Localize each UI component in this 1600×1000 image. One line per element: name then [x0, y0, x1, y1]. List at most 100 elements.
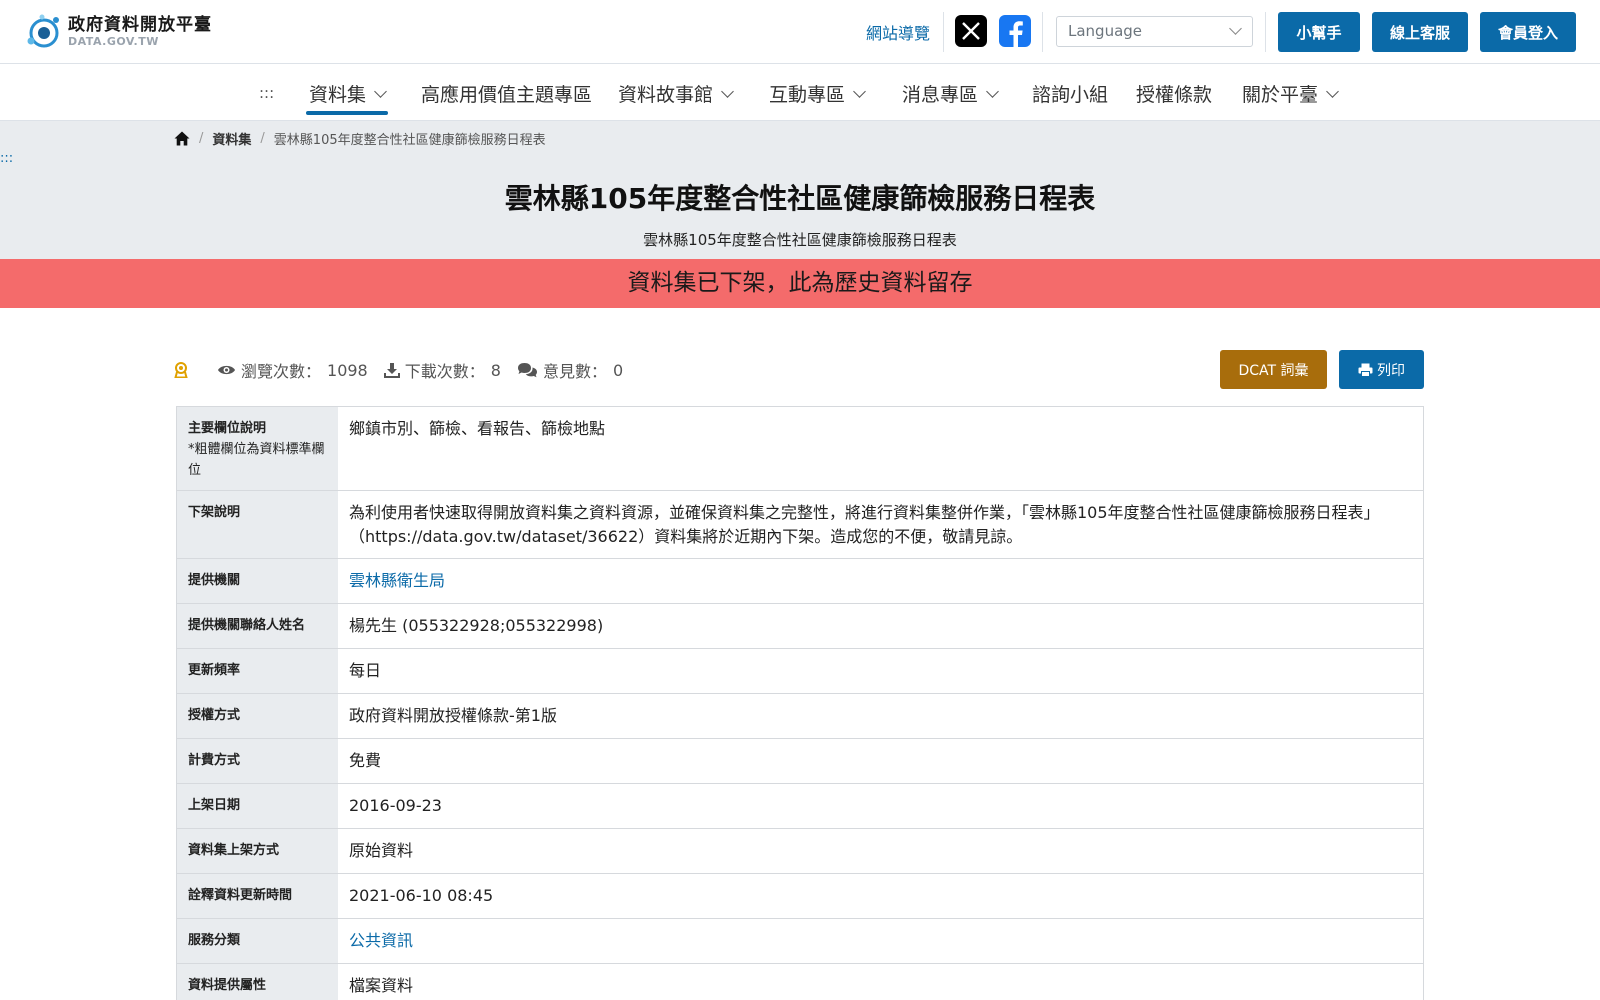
language-placeholder: Language: [1068, 22, 1143, 40]
nav-item-interactive[interactable]: 互動專區: [769, 80, 866, 107]
nav-label: 資料故事館: [618, 84, 714, 106]
logo-subtitle: DATA.GOV.TW: [68, 34, 159, 48]
comments-stat: 意見數： 0: [517, 358, 623, 382]
delisted-alert: 資料集已下架，此為歷史資料留存: [0, 259, 1600, 308]
language-select[interactable]: Language: [1056, 16, 1253, 47]
field-label: 計費方式: [177, 739, 338, 783]
nav-label: 高應用價值主題專區: [421, 84, 593, 106]
chevron-down-icon: [374, 84, 387, 98]
divider: [943, 12, 944, 52]
table-row: 提供機關 雲林縣衛生局: [177, 559, 1423, 604]
award-icon: [174, 362, 188, 378]
field-label: 授權方式: [177, 694, 338, 738]
breadcrumb-datasets[interactable]: 資料集: [212, 129, 251, 148]
title-band: / 資料集 / 雲林縣105年度整合性社區健康篩檢服務日程表 ::: 雲林縣10…: [0, 121, 1600, 259]
field-label: 提供機關聯絡人姓名: [177, 604, 338, 648]
comments-count: 0: [612, 360, 624, 380]
logo-icon: [27, 14, 59, 48]
home-icon[interactable]: [174, 131, 190, 146]
field-value: 每日: [349, 661, 382, 680]
nav-item-license[interactable]: 授權條款: [1136, 80, 1212, 107]
member-login-button[interactable]: 會員登入: [1480, 12, 1576, 52]
chevron-down-icon: [986, 84, 999, 98]
views-stat: 瀏覽次數： 1098: [217, 358, 368, 382]
divider: [1042, 12, 1043, 52]
field-label: 更新頻率: [177, 649, 338, 693]
table-row: 計費方式 免費: [177, 739, 1423, 784]
download-icon: [383, 363, 400, 378]
field-label: 資料集上架方式: [177, 829, 338, 873]
online-service-button[interactable]: 線上客服: [1372, 12, 1468, 52]
views-count: 1098: [327, 360, 368, 380]
nav-label: 資料集: [309, 84, 367, 106]
chevron-down-icon: [1326, 84, 1339, 98]
field-label: 服務分類: [177, 919, 338, 963]
print-label: 列印: [1377, 362, 1405, 379]
nav-label: 授權條款: [1136, 84, 1213, 106]
service-category-link[interactable]: 公共資訊: [338, 919, 1423, 963]
nav-active-indicator: [306, 111, 388, 115]
logo-title: 政府資料開放平臺: [68, 14, 212, 35]
dataset-stats: 瀏覽次數： 1098 下載次數： 8 意見數： 0: [174, 358, 639, 382]
metadata-table: 主要欄位說明 *粗體欄位為資料標準欄位 鄉鎮市別、篩檢、看報告、篩檢地點 下架說…: [176, 406, 1424, 1000]
print-button[interactable]: 列印: [1339, 350, 1424, 389]
nav-label: 消息專區: [902, 84, 979, 106]
facebook-icon[interactable]: [999, 15, 1031, 47]
content-accesskey[interactable]: :::: [0, 151, 13, 166]
field-value: 檔案資料: [349, 976, 414, 995]
dcat-vocabulary-button[interactable]: DCAT 詞彙: [1220, 350, 1327, 389]
breadcrumb: / 資料集 / 雲林縣105年度整合性社區健康篩檢服務日程表: [174, 129, 546, 148]
table-row: 主要欄位說明 *粗體欄位為資料標準欄位 鄉鎮市別、篩檢、看報告、篩檢地點: [177, 407, 1423, 491]
main-nav: ::: 資料集 高應用價值主題專區 資料故事館 互動專區 消息專區 諮詢小組 授…: [0, 64, 1600, 121]
downloads-label: 下載次數：: [404, 362, 485, 381]
site-header: 政府資料開放平臺 DATA.GOV.TW 網站導覽 Language 小幫手 線…: [0, 0, 1600, 64]
breadcrumb-separator: /: [199, 131, 204, 146]
field-value: 2021-06-10 08:45: [349, 886, 494, 905]
helper-button[interactable]: 小幫手: [1278, 12, 1360, 52]
table-row: 更新頻率 每日: [177, 649, 1423, 694]
table-row: 詮釋資料更新時間 2021-06-10 08:45: [177, 874, 1423, 919]
breadcrumb-separator: /: [260, 131, 265, 146]
field-label: 下架說明: [177, 491, 338, 558]
nav-accesskey[interactable]: :::: [259, 84, 274, 102]
field-value: 2016-09-23: [349, 796, 442, 815]
table-row: 資料提供屬性 檔案資料: [177, 964, 1423, 1000]
x-twitter-icon[interactable]: [955, 15, 987, 47]
nav-item-stories[interactable]: 資料故事館: [618, 80, 734, 107]
field-value: 原始資料: [349, 841, 414, 860]
nav-item-datasets[interactable]: 資料集: [309, 80, 387, 107]
nav-label: 諮詢小組: [1032, 84, 1109, 106]
field-value: 鄉鎮市別、篩檢、看報告、篩檢地點: [349, 419, 606, 438]
field-label-text: 主要欄位說明: [188, 421, 267, 436]
nav-item-advisory[interactable]: 諮詢小組: [1032, 80, 1108, 107]
printer-icon: [1358, 363, 1373, 377]
chevron-down-icon: [1229, 22, 1242, 35]
field-value: 為利使用者快速取得開放資料集之資料資源，並確保資料集之完整性，將進行資料集整併作…: [349, 503, 1380, 546]
downloads-count: 8: [490, 360, 501, 380]
comments-label: 意見數：: [542, 362, 607, 381]
field-label: 上架日期: [177, 784, 338, 828]
nav-item-high-value[interactable]: 高應用價值主題專區: [421, 80, 592, 107]
field-label: 主要欄位說明 *粗體欄位為資料標準欄位: [177, 407, 338, 490]
sitemap-link[interactable]: 網站導覽: [866, 20, 930, 44]
views-label: 瀏覽次數：: [241, 362, 322, 381]
breadcrumb-current: 雲林縣105年度整合性社區健康篩檢服務日程表: [273, 133, 546, 148]
table-row: 下架說明 為利使用者快速取得開放資料集之資料資源，並確保資料集之完整性，將進行資…: [177, 491, 1423, 559]
nav-item-news[interactable]: 消息專區: [902, 80, 999, 107]
nav-label: 關於平臺: [1242, 84, 1319, 106]
table-row: 授權方式 政府資料開放授權條款-第1版: [177, 694, 1423, 739]
table-row: 服務分類 公共資訊: [177, 919, 1423, 964]
table-row: 資料集上架方式 原始資料: [177, 829, 1423, 874]
chevron-down-icon: [853, 84, 866, 98]
field-label: 詮釋資料更新時間: [177, 874, 338, 918]
agency-link[interactable]: 雲林縣衛生局: [338, 559, 1423, 603]
badge-stat: [174, 362, 193, 378]
nav-item-about[interactable]: 關於平臺: [1242, 80, 1339, 107]
page-subtitle: 雲林縣105年度整合性社區健康篩檢服務日程表: [643, 231, 957, 249]
field-value: 楊先生 (055322928;055322998): [349, 616, 604, 635]
site-logo[interactable]: 政府資料開放平臺 DATA.GOV.TW: [22, 11, 212, 51]
table-row: 提供機關聯絡人姓名 楊先生 (055322928;055322998): [177, 604, 1423, 649]
chevron-down-icon: [721, 84, 734, 98]
nav-label: 互動專區: [769, 84, 846, 106]
field-value: 免費: [349, 751, 382, 770]
